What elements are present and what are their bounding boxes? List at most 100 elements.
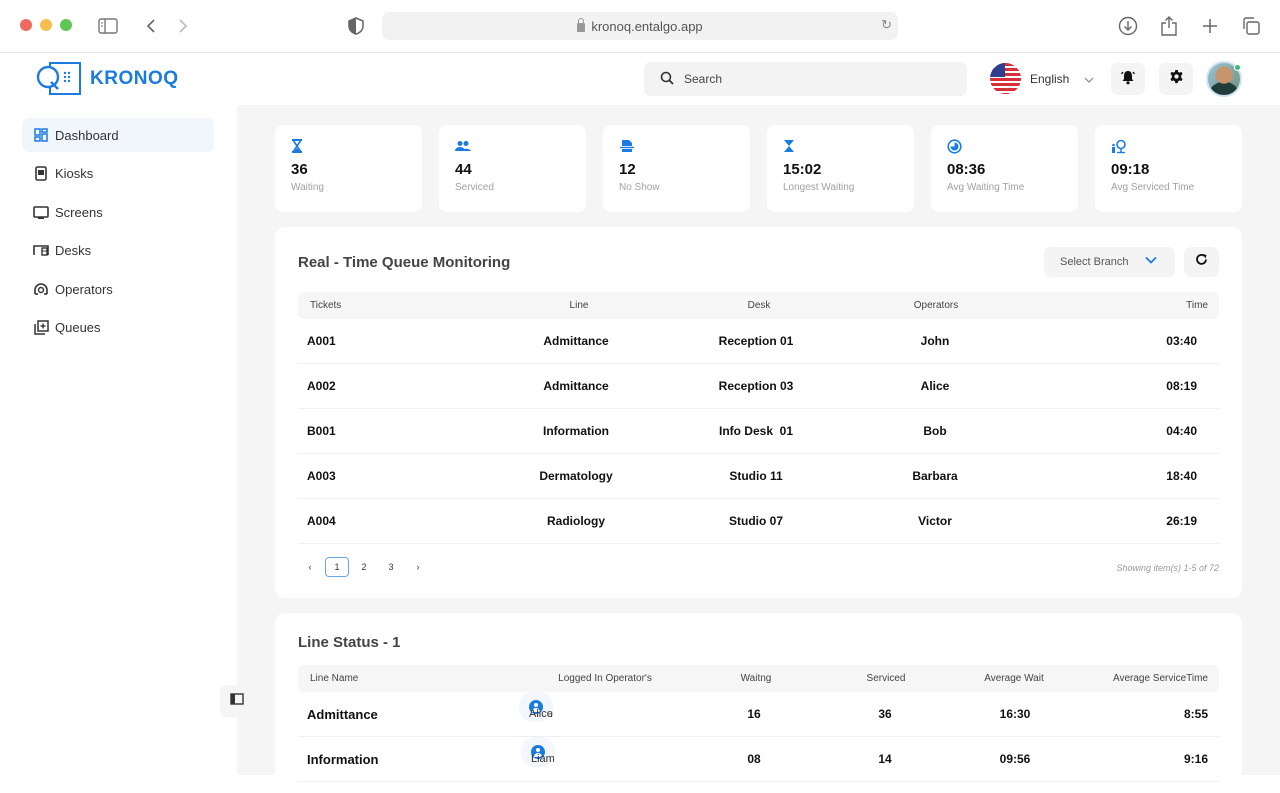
time-cell: 18:40 — [1166, 469, 1197, 483]
lock-icon — [577, 17, 586, 32]
privacy-shield-icon[interactable] — [344, 14, 368, 38]
page-button-2[interactable]: 2 — [352, 557, 376, 577]
line-status-table-header: Line Name Logged In Operator's Waitng Se… — [298, 665, 1219, 692]
operator-cell: John — [920, 334, 950, 348]
desk-icon — [33, 242, 49, 258]
line-cell: Admittance — [543, 334, 609, 348]
table-row[interactable]: A003 Dermatology Studio 11 Barbara 18:40 — [298, 454, 1219, 499]
app-header: KRONOQ English — [0, 53, 1280, 105]
column-header-serviced[interactable]: Serviced — [867, 665, 906, 692]
page-button-1[interactable]: 1 — [325, 557, 349, 577]
column-header-time[interactable]: Time — [1186, 292, 1208, 319]
hourglass-full-icon — [783, 139, 799, 155]
table-row[interactable]: Admittance JohnAlice 16 36 16:30 8:55 — [298, 692, 1219, 737]
sidebar-item-screens[interactable]: Screens — [22, 195, 214, 229]
table-row[interactable]: A001 Admittance Reception 01 John 03:40 — [298, 319, 1219, 364]
line-status-title: Line Status - 1 — [298, 634, 401, 651]
operator-chip[interactable]: Liam — [521, 737, 555, 767]
refresh-button[interactable] — [1184, 247, 1219, 277]
reload-icon[interactable]: ↻ — [881, 17, 892, 33]
settings-button[interactable] — [1159, 63, 1193, 95]
minimize-window-button[interactable] — [40, 19, 52, 31]
stat-value: 08:36 — [947, 161, 986, 178]
user-avatar[interactable] — [1206, 61, 1242, 97]
stat-value: 12 — [619, 161, 636, 178]
close-window-button[interactable] — [20, 19, 32, 31]
column-header-operators[interactable]: Logged In Operator's — [558, 665, 652, 692]
sidebar-toggle-icon[interactable] — [96, 14, 120, 38]
column-header-average-service-time[interactable]: Average ServiceTime — [1113, 665, 1208, 692]
table-row[interactable]: B001 Information Info Desk 01 Bob 04:40 — [298, 409, 1219, 454]
sidebar-item-label: Screens — [55, 204, 103, 220]
ticket-cell: A003 — [307, 469, 336, 483]
column-header-line[interactable]: Line — [570, 292, 589, 319]
stat-card-serviced: 44 Serviced — [439, 125, 586, 212]
table-row[interactable]: A004 Radiology Studio 07 Victor 26:19 — [298, 499, 1219, 544]
stat-value: 36 — [291, 161, 308, 178]
desk-cell: Studio 07 — [728, 514, 784, 528]
stat-value: 09:18 — [1111, 161, 1150, 178]
desk-cell: Info Desk 01 — [718, 424, 794, 438]
average-wait-cell: 09:56 — [999, 752, 1031, 766]
gear-icon — [1169, 69, 1184, 89]
operator-cell: Alice — [920, 379, 950, 393]
clock-icon — [947, 139, 963, 155]
operator-cell: Victor — [918, 514, 952, 528]
search-input[interactable] — [684, 72, 934, 86]
download-icon[interactable] — [1116, 14, 1140, 38]
address-bar[interactable]: kronoq.entalgo.app ↻ — [382, 12, 898, 40]
table-row[interactable]: A002 Admittance Reception 03 Alice 08:19 — [298, 364, 1219, 409]
service-icon — [1111, 139, 1127, 155]
line-cell: Radiology — [546, 514, 606, 528]
sidebar-item-desks[interactable]: Desks — [22, 233, 214, 267]
sidebar-collapse-icon — [230, 692, 244, 710]
page-button-3[interactable]: 3 — [379, 557, 403, 577]
operator-icon — [33, 281, 49, 297]
new-tab-icon[interactable] — [1198, 14, 1222, 38]
prev-page-button[interactable]: ‹ — [298, 557, 322, 577]
notifications-button[interactable] — [1111, 63, 1145, 95]
operator-name: Alice — [529, 708, 553, 720]
sidebar-item-dashboard[interactable]: Dashboard — [22, 118, 214, 152]
sidebar-item-queues[interactable]: Queues — [22, 310, 214, 344]
operator-cell: Bob — [923, 424, 947, 438]
table-row[interactable]: Information BobLiam 08 14 09:56 9:16 — [298, 737, 1219, 782]
operator-cell: Barbara — [912, 469, 958, 483]
stat-label: Avg Waiting Time — [947, 182, 1025, 193]
collapse-sidebar-button[interactable] — [220, 685, 254, 717]
search-box[interactable] — [644, 62, 967, 96]
column-header-line-name[interactable]: Line Name — [310, 665, 358, 692]
logo[interactable]: KRONOQ — [36, 62, 179, 95]
refresh-icon — [1195, 253, 1208, 271]
average-wait-cell: 16:30 — [999, 707, 1031, 721]
column-header-average-wait[interactable]: Average Wait — [984, 665, 1043, 692]
column-header-desk[interactable]: Desk — [748, 292, 771, 319]
column-header-waiting[interactable]: Waitng — [741, 665, 772, 692]
operator-chip[interactable]: Alice — [519, 692, 553, 722]
stat-card-longest-waiting: 15:02 Longest Waiting — [767, 125, 914, 212]
line-name-cell: Information — [307, 752, 379, 767]
no-show-icon — [619, 139, 635, 155]
column-header-operators[interactable]: Operators — [914, 292, 958, 319]
sidebar-item-label: Dashboard — [55, 127, 119, 143]
language-selector[interactable]: English — [990, 63, 1094, 94]
next-page-button[interactable]: › — [406, 557, 430, 577]
ticket-cell: A002 — [307, 379, 336, 393]
column-header-tickets[interactable]: Tickets — [310, 292, 341, 319]
ticket-cell: A004 — [307, 514, 336, 528]
stat-card-no-show: 12 No Show — [603, 125, 750, 212]
sidebar-item-operators[interactable]: Operators — [22, 272, 214, 306]
branch-select[interactable]: Select Branch — [1044, 247, 1175, 277]
desk-cell: Reception 03 — [718, 379, 794, 393]
tab-overview-icon[interactable] — [1239, 14, 1263, 38]
pagination: ‹ 1 2 3 › — [298, 557, 433, 577]
share-icon[interactable] — [1157, 14, 1181, 38]
sidebar-item-kiosks[interactable]: Kiosks — [22, 156, 214, 190]
stat-label: Avg Serviced Time — [1111, 182, 1195, 193]
forward-icon[interactable] — [171, 14, 195, 38]
stat-label: Longest Waiting — [783, 182, 855, 193]
language-label: English — [1030, 71, 1070, 86]
brand-name: KRONOQ — [90, 67, 179, 89]
maximize-window-button[interactable] — [60, 19, 72, 31]
back-icon[interactable] — [139, 14, 163, 38]
